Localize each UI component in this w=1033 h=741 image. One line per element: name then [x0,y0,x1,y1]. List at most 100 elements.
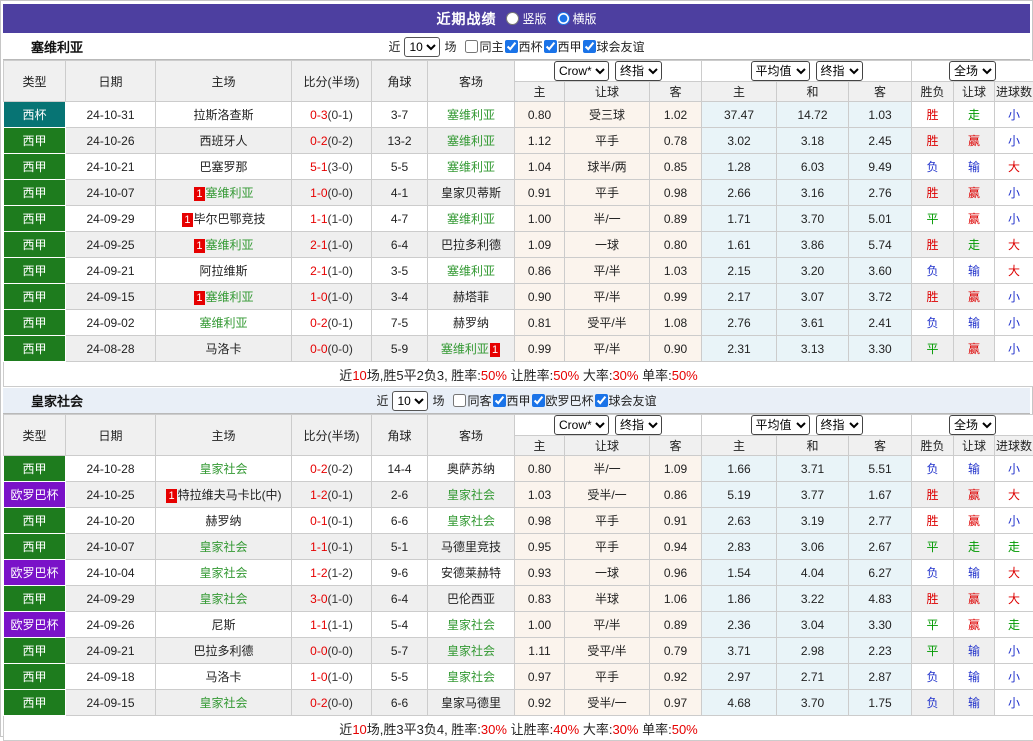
odds-handicap: 受半/一 [565,690,650,716]
summary-text: 大率: [579,722,612,737]
away-team: 巴伦西亚 [428,586,515,612]
home-team: 拉斯洛查斯 [156,102,292,128]
home-team: 马洛卡 [156,664,292,690]
filter-comp-1-checkbox[interactable] [532,394,545,407]
odds-source-select[interactable]: Crow* [554,415,609,435]
horizontal-layout-radio[interactable] [557,12,570,25]
layout-option-vertical[interactable]: 竖版 [506,10,546,27]
odds-away: 0.89 [650,206,702,232]
filter-comp-2-checkbox[interactable] [595,394,608,407]
match-count-select[interactable]: 10 [392,391,428,411]
result-handicap: 输 [954,664,995,690]
match-score: 0-0(0-0) [292,336,372,362]
filter-comp-0-checkbox[interactable] [493,394,506,407]
column-subheader: 胜负 [912,82,954,102]
summary-text: 单率: [638,368,671,383]
avg-away: 1.75 [849,690,912,716]
competition-badge: 西甲 [4,336,66,362]
avg-home: 2.31 [702,336,777,362]
summary-text: 场,胜5平2负3, 胜率: [367,368,481,383]
filter-same-option[interactable]: 同主 [465,38,504,55]
odds-handicap: 平/半 [565,336,650,362]
filter-same-option[interactable]: 同客 [453,392,492,409]
avg-away: 2.67 [849,534,912,560]
fulltime-score: 1-2 [310,566,327,580]
filter-same-checkbox[interactable] [465,40,478,53]
odds-handicap: 受三球 [565,102,650,128]
result-goals: 小 [995,690,1033,716]
filter-comp-0-label: 西杯 [518,38,544,55]
away-team-name: 巴伦西亚 [447,592,495,606]
home-team-rank-badge: 1 [194,187,204,201]
competition-badge: 西甲 [4,690,66,716]
result-goals: 大 [995,232,1033,258]
result-goals: 小 [995,284,1033,310]
match-count-select[interactable]: 10 [404,37,440,57]
result-goals: 大 [995,154,1033,180]
avg-away: 2.23 [849,638,912,664]
filter-comp-2-option[interactable]: 球会友谊 [583,38,646,55]
scope-select[interactable]: 全场 [949,61,996,81]
odds-source-select[interactable]: Crow* [554,61,609,81]
halftime-score: (1-0) [328,290,353,304]
horizontal-layout-label: 横版 [573,10,597,27]
avg-away: 2.87 [849,664,912,690]
column-subheader: 主 [515,436,565,456]
fulltime-score: 3-0 [310,592,327,606]
result-handicap: 输 [954,638,995,664]
vertical-layout-radio[interactable] [506,12,519,25]
games-label: 场 [443,38,457,55]
home-team-name: 毕尔巴鄂竞技 [194,212,266,226]
table-row: 欧罗巴杯24-09-26尼斯1-1(1-1)5-4皇家社会1.00平/半0.89… [4,612,1033,638]
competition-badge: 欧罗巴杯 [4,612,66,638]
avg-away: 5.51 [849,456,912,482]
match-score: 1-1(1-1) [292,612,372,638]
result-scope-header: 全场 [912,61,1033,82]
filter-same-checkbox[interactable] [453,394,466,407]
scope-select[interactable]: 全场 [949,415,996,435]
filter-comp-0-option[interactable]: 西杯 [505,38,544,55]
avg-source-select[interactable]: 平均值 [751,415,810,435]
column-subheader: 进球数 [995,436,1033,456]
filter-comp-1-option[interactable]: 欧罗巴杯 [532,392,595,409]
filter-comp-1-checkbox[interactable] [544,40,557,53]
filter-comp-1-option[interactable]: 西甲 [544,38,583,55]
avg-time-select[interactable]: 终指 [816,415,863,435]
layout-option-horizontal[interactable]: 横版 [557,10,597,27]
away-team: 塞维利亚 [428,206,515,232]
result-goals: 小 [995,180,1033,206]
table-row: 西甲24-09-15皇家社会0-2(0-0)6-6皇家马德里0.92受半/一0.… [4,690,1033,716]
halftime-score: (0-0) [328,186,353,200]
filter-comp-2-checkbox[interactable] [583,40,596,53]
filter-comp-0-checkbox[interactable] [505,40,518,53]
column-subheader: 客 [650,436,702,456]
match-date: 24-10-20 [66,508,156,534]
avg-draw: 3.22 [777,586,849,612]
avg-time-select[interactable]: 终指 [816,61,863,81]
competition-badge: 西甲 [4,534,66,560]
odds-time-select[interactable]: 终指 [615,61,662,81]
result-outcome: 负 [912,310,954,336]
avg-home: 1.61 [702,232,777,258]
filter-same-label: 同主 [478,38,504,55]
result-outcome: 胜 [912,284,954,310]
result-handicap: 输 [954,258,995,284]
home-team: 1毕尔巴鄂竞技 [156,206,292,232]
column-header: 角球 [372,61,428,102]
avg-draw: 3.07 [777,284,849,310]
away-team-name: 皇家社会 [447,644,495,658]
avg-source-select[interactable]: 平均值 [751,61,810,81]
odds-handicap: 平/半 [565,284,650,310]
avg-draw: 3.20 [777,258,849,284]
recent-matches-table: 类型日期主场比分(半场)角球客场Crow*终指 平均值终指 全场 主让球客主和客… [3,60,1033,387]
result-goals: 走 [995,612,1033,638]
filter-comp-0-option[interactable]: 西甲 [493,392,532,409]
odds-away: 1.06 [650,586,702,612]
fulltime-score: 1-1 [310,212,327,226]
summary-text: 30% [612,368,638,383]
odds-time-select[interactable]: 终指 [615,415,662,435]
corners: 5-7 [372,638,428,664]
match-score: 3-0(1-0) [292,586,372,612]
filter-comp-2-option[interactable]: 球会友谊 [595,392,658,409]
result-outcome: 负 [912,560,954,586]
